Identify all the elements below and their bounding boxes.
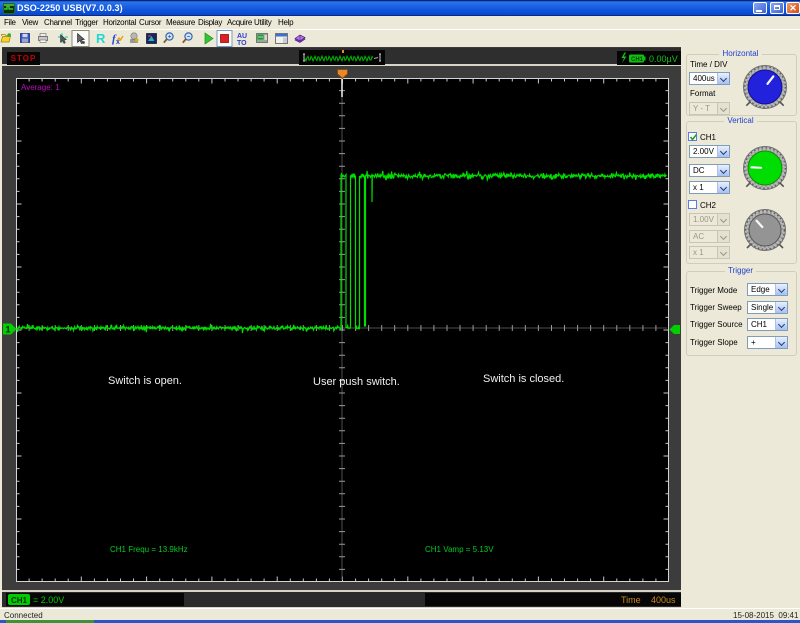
svg-text:= 2.00V: = 2.00V: [33, 595, 64, 605]
svg-text:TO: TO: [237, 40, 247, 47]
svg-text:1: 1: [6, 325, 11, 335]
svg-text:Time: Time: [621, 595, 641, 605]
svg-text:CH1: CH1: [631, 57, 644, 63]
svg-text:Average: 1: Average: 1: [21, 83, 60, 92]
svg-text:User push switch.: User push switch.: [313, 376, 400, 388]
svg-text:Switch is open.: Switch is open.: [108, 375, 182, 387]
svg-text:400us: 400us: [651, 595, 676, 605]
svg-text:CH1 Vamp = 5.13V: CH1 Vamp = 5.13V: [425, 545, 494, 554]
svg-text:CH1: CH1: [11, 596, 28, 605]
svg-text:x: x: [116, 39, 120, 46]
svg-text:0.00µV: 0.00µV: [649, 54, 678, 64]
svg-text:Switch is closed.: Switch is closed.: [483, 373, 564, 385]
svg-text:R: R: [96, 31, 106, 46]
svg-text:AU: AU: [237, 33, 247, 40]
svg-text:CH1 Frequ = 13.9kHz: CH1 Frequ = 13.9kHz: [110, 545, 188, 554]
